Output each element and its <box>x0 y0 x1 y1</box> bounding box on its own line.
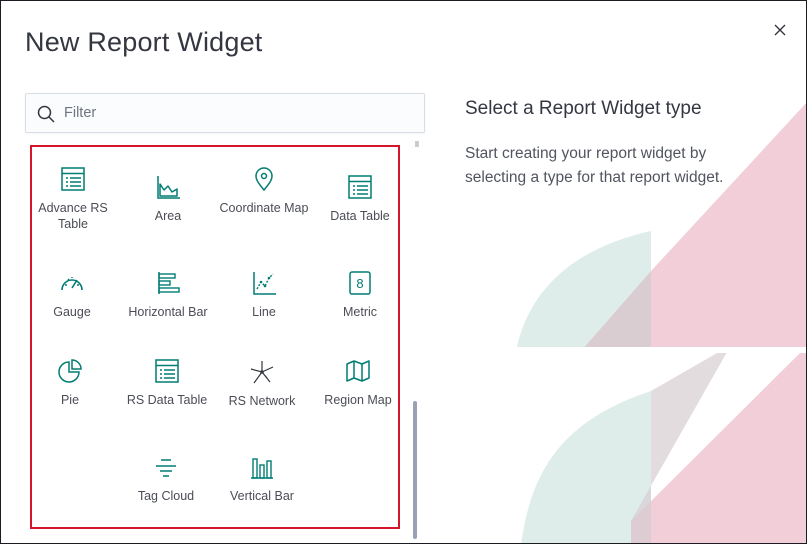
widget-label: RS Data Table <box>126 393 208 407</box>
svg-text:8: 8 <box>356 276 363 291</box>
widget-metric[interactable]: 8 Metric <box>312 268 408 358</box>
widget-label: RS Network <box>228 394 296 408</box>
horizontal-bar-icon <box>153 268 183 298</box>
widget-horizontal-bar[interactable]: Horizontal Bar <box>120 268 216 358</box>
widget-label: Line <box>252 305 276 319</box>
widget-label: Area <box>154 209 182 223</box>
region-map-icon <box>343 356 373 386</box>
widget-label: Metric <box>342 305 378 319</box>
vertical-bar-icon <box>247 452 277 482</box>
widget-advance-rs-table[interactable]: Advance RS Table <box>25 164 121 254</box>
scrollbar-thumb[interactable] <box>413 401 417 539</box>
widget-label: Coordinate Map <box>219 201 309 215</box>
widget-pie[interactable]: Pie <box>22 356 118 446</box>
pie-chart-icon <box>55 356 85 386</box>
widget-gauge[interactable]: Gauge <box>24 268 120 358</box>
widget-label: Region Map <box>324 393 392 407</box>
gauge-icon <box>57 268 87 298</box>
panel-description: Start creating your report widget by sel… <box>465 145 724 186</box>
widget-label: Vertical Bar <box>230 489 294 503</box>
panel-heading: Select a Report Widget type <box>465 98 702 119</box>
close-button[interactable] <box>769 19 791 41</box>
widget-line[interactable]: Line <box>216 268 312 358</box>
search-icon <box>37 105 55 123</box>
widget-data-table[interactable]: Data Table <box>312 172 408 262</box>
table-icon <box>152 356 182 386</box>
widget-label: Horizontal Bar <box>128 305 208 319</box>
widget-coordinate-map[interactable]: Coordinate Map <box>216 164 312 254</box>
filter-search-box[interactable] <box>25 93 425 133</box>
widget-label: Tag Cloud <box>137 489 195 503</box>
line-chart-icon <box>249 268 279 298</box>
widget-label: Gauge <box>53 305 91 319</box>
new-report-widget-dialog: New Report Widget Advance RS Table Area … <box>0 0 807 544</box>
widget-vertical-bar[interactable]: Vertical Bar <box>214 452 310 542</box>
widget-label: Advance RS Table <box>38 201 108 231</box>
widget-rs-data-table[interactable]: RS Data Table <box>119 356 215 446</box>
network-icon <box>247 357 277 387</box>
area-chart-icon <box>153 172 183 202</box>
filter-input[interactable] <box>64 94 419 132</box>
metric-icon: 8 <box>345 268 375 298</box>
widget-label: Pie <box>60 393 80 407</box>
widget-region-map[interactable]: Region Map <box>310 356 406 446</box>
table-icon <box>345 172 375 202</box>
table-icon <box>58 164 88 194</box>
widget-tag-cloud[interactable]: Tag Cloud <box>118 452 214 542</box>
dialog-title: New Report Widget <box>25 27 263 57</box>
map-pin-icon <box>249 164 279 194</box>
widget-area[interactable]: Area <box>120 172 216 262</box>
close-icon <box>774 24 786 36</box>
widget-label: Data Table <box>330 209 390 223</box>
tag-cloud-icon <box>151 452 181 482</box>
scrollbar-track <box>415 141 419 147</box>
widget-rs-network[interactable]: RS Network <box>214 357 310 447</box>
